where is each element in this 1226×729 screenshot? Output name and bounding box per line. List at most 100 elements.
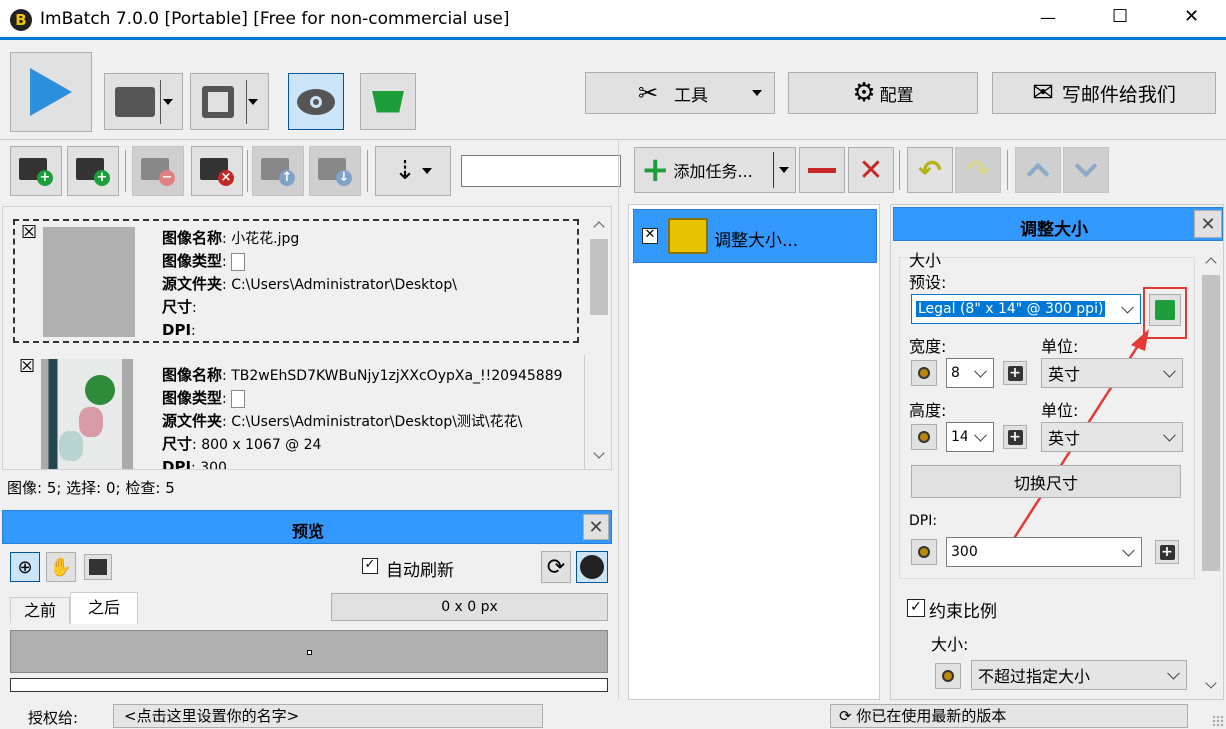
task-checkbox[interactable]: ✕	[642, 228, 658, 244]
minimize-button[interactable]: —	[1040, 8, 1056, 27]
move-up-image-button[interactable]: ↑	[252, 146, 304, 196]
height-value: 14	[951, 429, 967, 445]
remove-image-button[interactable]: −	[132, 146, 184, 196]
eye-icon	[297, 88, 335, 115]
sort-button[interactable]: ⇣	[375, 146, 451, 196]
buy-button[interactable]	[360, 73, 416, 130]
remove-task-button[interactable]	[799, 147, 845, 193]
license-name-field[interactable]: <点击这里设置你的名字>	[113, 704, 543, 728]
tab-after[interactable]: 之后	[70, 592, 138, 624]
license-label: 授权给:	[28, 709, 79, 727]
clear-tasks-button[interactable]: ✕	[848, 147, 894, 193]
constrain-checkbox[interactable]: ✓	[907, 599, 925, 617]
refresh-icon: ⟳	[546, 554, 566, 580]
preview-header: 预览 ✕	[2, 510, 612, 544]
resize-close-button[interactable]: ✕	[1194, 210, 1222, 238]
resize-title: 调整大小	[1020, 220, 1088, 240]
size-mode-label: 大小:	[931, 635, 969, 654]
add-task-button[interactable]: + 添加任务...	[634, 147, 796, 193]
zoom-tool-button[interactable]: ⊕	[10, 552, 40, 582]
fit-button[interactable]	[84, 554, 112, 580]
image-status: 图像: 5; 选择: 0; 检查: 5	[7, 479, 175, 497]
dpi-add-button[interactable]: +	[1155, 540, 1179, 564]
scroll-thumb[interactable]	[1202, 275, 1220, 571]
zoom-icon: ⊕	[17, 556, 33, 578]
scroll-down-icon[interactable]	[593, 447, 605, 459]
dpi-input[interactable]: 300	[946, 537, 1142, 567]
size-mode-link-button[interactable]	[935, 663, 961, 689]
height-unit-select[interactable]: 英寸	[1041, 422, 1183, 452]
plus-icon: +	[1159, 543, 1175, 560]
dpi-value: 300	[951, 544, 978, 560]
dpi-link-button[interactable]	[911, 539, 937, 565]
thumbnail-image	[41, 359, 133, 469]
redo-button[interactable]: ↷	[955, 147, 1001, 193]
circle-icon	[580, 555, 604, 579]
tab-before[interactable]: 之前	[10, 597, 70, 623]
image-list-scrollbar[interactable]	[587, 207, 611, 469]
chevron-down-icon	[247, 98, 258, 105]
email-label: 写邮件给我们	[1061, 83, 1176, 106]
height-add-button[interactable]: +	[1003, 425, 1027, 449]
config-label: 配置	[879, 85, 914, 106]
run-button[interactable]	[10, 52, 92, 132]
scroll-down-icon[interactable]	[1205, 677, 1217, 689]
auto-refresh-label: 自动刷新	[386, 561, 454, 581]
scroll-up-icon[interactable]	[1205, 257, 1217, 269]
image-up-icon: ↑	[261, 156, 295, 186]
size-mode-select[interactable]: 不超过指定大小	[971, 660, 1187, 690]
name-label: 图像名称	[162, 366, 223, 384]
folder-label: 源文件夹	[162, 412, 223, 430]
open-button[interactable]	[104, 73, 183, 130]
resize-grip-icon[interactable]	[1212, 715, 1224, 727]
width-unit-label: 单位:	[1041, 337, 1079, 356]
width-label: 宽度:	[909, 337, 947, 356]
preview-close-button[interactable]: ✕	[583, 514, 609, 540]
auto-refresh-checkbox[interactable]: ✓	[362, 558, 378, 574]
email-us-button[interactable]: ✉ 写邮件给我们	[992, 72, 1216, 114]
preview-toggle-button[interactable]	[288, 73, 344, 130]
tools-menu-button[interactable]: ✂ 工具	[585, 72, 775, 114]
resize-panel-scrollbar[interactable]	[1199, 245, 1223, 699]
width-input[interactable]: 8	[946, 358, 994, 388]
chevron-down-icon	[1074, 154, 1098, 178]
item-checkbox[interactable]: ☒	[21, 224, 37, 243]
width-unit-select[interactable]: 英寸	[1041, 358, 1183, 388]
move-down-image-button[interactable]: ↓	[309, 146, 361, 196]
fit-icon	[89, 559, 107, 575]
close-window-button[interactable]: ✕	[1184, 6, 1199, 27]
save-button[interactable]	[190, 73, 269, 130]
maximize-button[interactable]: ☐	[1112, 6, 1128, 27]
add-images-button[interactable]: +	[10, 146, 62, 196]
width-link-button[interactable]	[911, 360, 937, 386]
width-add-button[interactable]: +	[1003, 361, 1027, 385]
scroll-up-icon[interactable]	[593, 221, 605, 233]
task-down-button[interactable]	[1063, 147, 1109, 193]
item-checkbox[interactable]: ☒	[19, 358, 35, 377]
preset-select[interactable]: Legal (8" x 14" @ 300 ppi)	[911, 294, 1141, 324]
add-folder-icon: +	[76, 156, 110, 186]
background-color-button[interactable]	[576, 551, 608, 583]
scroll-thumb[interactable]	[590, 239, 608, 315]
image-search-input[interactable]	[461, 155, 621, 187]
undo-button[interactable]: ↶	[907, 147, 953, 193]
height-input[interactable]: 14	[946, 422, 994, 452]
task-up-button[interactable]	[1015, 147, 1061, 193]
task-item[interactable]: ✕ 调整大小...	[633, 209, 877, 263]
config-button[interactable]: ⚙ 配置	[788, 72, 978, 114]
resize-panel: 调整大小 ✕ 大小 预设: Legal (8" x 14" @ 300 ppi)…	[890, 204, 1224, 700]
height-link-button[interactable]	[911, 424, 937, 450]
size-mode-value: 不超过指定大小	[978, 667, 1091, 686]
width-value: 8	[951, 365, 960, 381]
floppy-icon	[201, 85, 234, 118]
gear-icon: ⚙	[852, 78, 876, 108]
file-type-icon	[231, 253, 246, 271]
undo-icon: ↶	[918, 153, 942, 187]
height-unit-label: 单位:	[1041, 401, 1079, 420]
refresh-button[interactable]: ⟳	[541, 551, 571, 583]
chevron-down-icon	[162, 98, 173, 105]
add-folder-button[interactable]: +	[67, 146, 119, 196]
clear-images-button[interactable]: ×	[191, 146, 243, 196]
pan-tool-button[interactable]: ✋	[46, 552, 76, 582]
swap-size-button[interactable]: 切换尺寸	[911, 465, 1181, 498]
